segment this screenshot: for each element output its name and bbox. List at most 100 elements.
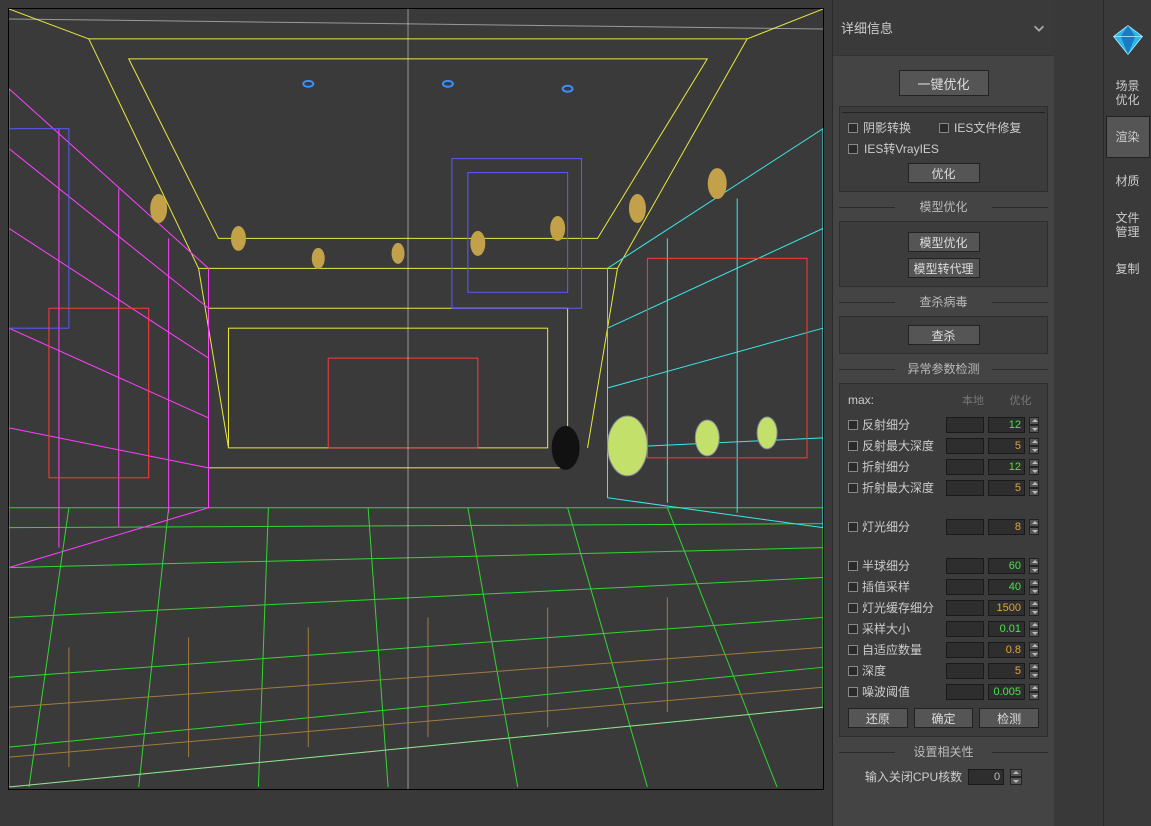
param-buttons-row: 还原 确定 检测 — [848, 708, 1039, 728]
param-spinner[interactable] — [1029, 579, 1039, 595]
param-spinner[interactable] — [1029, 438, 1039, 454]
param-spinner[interactable] — [1029, 621, 1039, 637]
model-optimize-button[interactable]: 模型优化 — [908, 232, 980, 252]
detect-button[interactable]: 检测 — [979, 708, 1039, 728]
param-local-value[interactable] — [946, 600, 984, 616]
ies-vray-checkbox[interactable] — [848, 144, 858, 154]
param-spinner[interactable] — [1029, 600, 1039, 616]
param-label: 半球细分 — [862, 557, 942, 574]
param-label: 自适应数量 — [862, 641, 942, 658]
panel-header: 详细信息 — [833, 0, 1054, 56]
param-opt-value[interactable]: 5 — [988, 480, 1026, 496]
param-label: 灯光缓存细分 — [862, 599, 942, 616]
param-spinner[interactable] — [1029, 480, 1039, 496]
model-proxy-button[interactable]: 模型转代理 — [908, 258, 980, 278]
param-label: 插值采样 — [862, 578, 942, 595]
param-row: 自适应数量 0.8 — [848, 641, 1039, 658]
param-label: 反射最大深度 — [862, 437, 942, 454]
param-opt-value[interactable]: 40 — [988, 579, 1026, 595]
param-local-value[interactable] — [946, 459, 984, 475]
kill-virus-button[interactable]: 查杀 — [908, 325, 980, 345]
param-spinner[interactable] — [1029, 684, 1039, 700]
relevance-title: 设置相关性 — [839, 743, 1048, 760]
ies-fix-checkbox[interactable] — [939, 123, 949, 133]
param-opt-value[interactable]: 60 — [988, 558, 1026, 574]
param-local-value[interactable] — [946, 519, 984, 535]
tool-render[interactable]: 渲染 — [1106, 116, 1150, 158]
tool-copy[interactable]: 复制 — [1106, 248, 1150, 290]
param-opt-value[interactable]: 5 — [988, 663, 1026, 679]
param-opt-value[interactable]: 8 — [988, 519, 1026, 535]
param-local-value[interactable] — [946, 621, 984, 637]
one-click-optimize-button[interactable]: 一键优化 — [899, 70, 989, 96]
param-opt-value[interactable]: 1500 — [988, 600, 1026, 616]
optimize-button[interactable]: 优化 — [908, 163, 980, 183]
chevron-down-icon[interactable] — [1032, 21, 1046, 35]
param-checkbox[interactable] — [848, 645, 858, 655]
params-group: max: 本地 优化 反射细分12反射最大深度5折射细分12折射最大深度5灯光细… — [839, 383, 1048, 737]
ies-fix-label: IES文件修复 — [954, 119, 1021, 136]
col-local: 本地 — [944, 392, 1002, 408]
param-checkbox[interactable] — [848, 462, 858, 472]
param-label: 灯光细分 — [862, 518, 942, 535]
confirm-button[interactable]: 确定 — [914, 708, 974, 728]
param-row: 深度 5 — [848, 662, 1039, 679]
cpu-cores-input[interactable]: 0 — [968, 769, 1004, 785]
settings-panel: 详细信息 一键优化 阴影转换 IES文件修复 IES转VrayIES — [832, 0, 1054, 826]
param-spinner[interactable] — [1029, 558, 1039, 574]
param-spinner[interactable] — [1029, 459, 1039, 475]
param-opt-value[interactable]: 0.8 — [988, 642, 1026, 658]
param-checkbox[interactable] — [848, 666, 858, 676]
param-header: max: 本地 优化 — [848, 390, 1039, 412]
param-row: 反射最大深度 5 — [848, 437, 1039, 454]
param-checkbox[interactable] — [848, 582, 858, 592]
tool-scene-opt[interactable]: 场景 优化 — [1106, 72, 1150, 114]
param-row: 采样大小0.01 — [848, 620, 1039, 637]
cpu-label: 输入关闭CPU核数 — [865, 768, 962, 785]
tool-file-mgr[interactable]: 文件 管理 — [1106, 204, 1150, 246]
param-local-value[interactable] — [946, 558, 984, 574]
param-local-value[interactable] — [946, 663, 984, 679]
param-spinner[interactable] — [1029, 417, 1039, 433]
param-opt-value[interactable]: 12 — [988, 417, 1026, 433]
tool-material[interactable]: 材质 — [1106, 160, 1150, 202]
param-local-value[interactable] — [946, 438, 984, 454]
param-spinner[interactable] — [1029, 663, 1039, 679]
restore-button[interactable]: 还原 — [848, 708, 908, 728]
3d-viewport[interactable] — [8, 8, 824, 790]
param-spinner[interactable] — [1029, 519, 1039, 535]
param-opt-value[interactable]: 0.01 — [988, 621, 1026, 637]
param-local-value[interactable] — [946, 480, 984, 496]
param-checkbox[interactable] — [848, 522, 858, 532]
param-row: 灯光细分 8 — [848, 518, 1039, 535]
param-row: 灯光缓存细分 1500 — [848, 599, 1039, 616]
cpu-row: 输入关闭CPU核数 0 — [839, 768, 1048, 785]
param-checkbox[interactable] — [848, 687, 858, 697]
param-checkbox[interactable] — [848, 483, 858, 493]
param-local-value[interactable] — [946, 684, 984, 700]
kill-virus-group: 查杀 — [839, 316, 1048, 354]
param-opt-value[interactable]: 5 — [988, 438, 1026, 454]
param-checkbox[interactable] — [848, 624, 858, 634]
param-local-value[interactable] — [946, 417, 984, 433]
param-opt-value[interactable]: 12 — [988, 459, 1026, 475]
diamond-logo-icon[interactable] — [1110, 22, 1146, 58]
param-label: 深度 — [862, 662, 942, 679]
shadow-convert-checkbox[interactable] — [848, 123, 858, 133]
ies-vray-label: IES转VrayIES — [864, 140, 939, 157]
model-opt-group: 模型优化 模型转代理 — [839, 221, 1048, 287]
param-checkbox[interactable] — [848, 603, 858, 613]
param-local-value[interactable] — [946, 642, 984, 658]
cpu-spinner[interactable] — [1010, 769, 1022, 785]
param-local-value[interactable] — [946, 579, 984, 595]
param-checkbox[interactable] — [848, 561, 858, 571]
param-checkbox[interactable] — [848, 441, 858, 451]
param-label: 噪波阈值 — [862, 683, 942, 700]
param-row: 折射最大深度 5 — [848, 479, 1039, 496]
param-label: 折射最大深度 — [862, 479, 942, 496]
param-opt-value[interactable]: 0.005 — [988, 684, 1026, 700]
panel-body: 一键优化 阴影转换 IES文件修复 IES转VrayIES 优化 模型优化 — [833, 56, 1054, 826]
kill-virus-title: 查杀病毒 — [839, 293, 1048, 310]
param-spinner[interactable] — [1029, 642, 1039, 658]
param-checkbox[interactable] — [848, 420, 858, 430]
